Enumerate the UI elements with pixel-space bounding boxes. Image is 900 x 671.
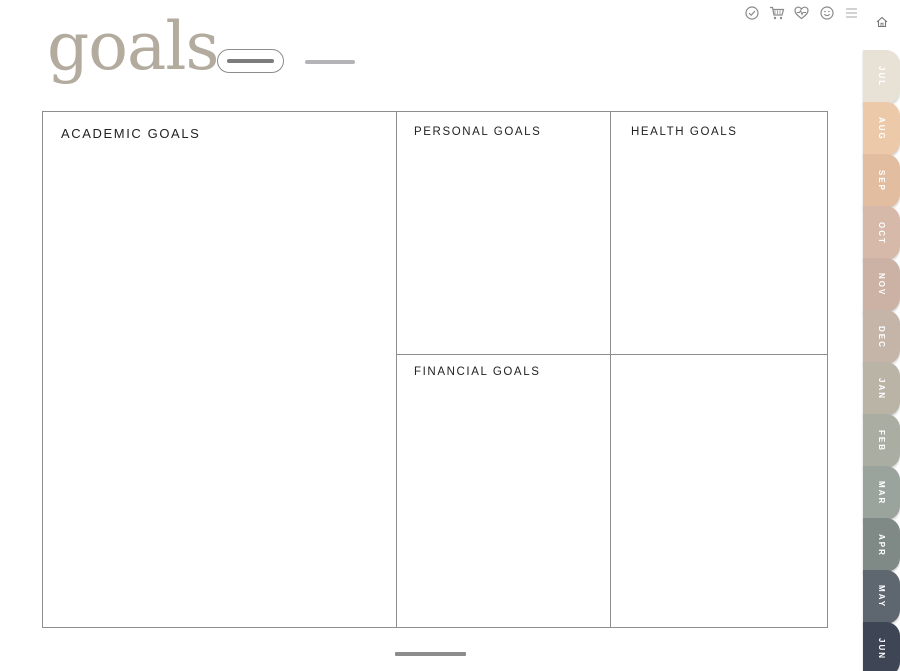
tab-label: AUG (877, 117, 886, 141)
tab-label: DEC (877, 325, 886, 349)
tab-jan[interactable]: JAN (863, 362, 900, 416)
health-goals-label: HEALTH GOALS (631, 126, 738, 138)
tab-oct[interactable]: OCT (863, 206, 900, 260)
tab-sep[interactable]: SEP (863, 154, 900, 208)
grid-divider-vertical-2 (610, 112, 611, 627)
tab-label: FEB (877, 430, 886, 452)
tab-may[interactable]: MAY (863, 570, 900, 624)
tab-nov[interactable]: NOV (863, 258, 900, 312)
tab-feb[interactable]: FEB (863, 414, 900, 468)
menu-icon[interactable] (843, 4, 860, 21)
smiley-icon[interactable] (818, 4, 835, 21)
page-indicator-bar[interactable] (395, 652, 466, 656)
page-title: goals (47, 8, 219, 85)
tab-jul[interactable]: JUL (863, 50, 900, 104)
cart-icon[interactable] (768, 4, 785, 21)
home-icon[interactable] (876, 15, 890, 29)
tab-label: APR (877, 533, 886, 557)
personal-goals-label: PERSONAL GOALS (414, 126, 542, 138)
financial-goals-label: FINANCIAL GOALS (414, 366, 541, 378)
tab-mar[interactable]: MAR (863, 466, 900, 520)
academic-goals-label: ACADEMIC GOALS (61, 126, 201, 141)
check-circle-icon[interactable] (743, 4, 760, 21)
tab-jun[interactable]: JUN (863, 622, 900, 671)
grid-divider-horizontal (396, 354, 827, 355)
planner-page: goals ACADEMIC GOALS PERSONAL GOALS HEAL… (0, 0, 900, 671)
tab-label: JUL (877, 66, 886, 88)
tab-dec[interactable]: DEC (863, 310, 900, 364)
toolbar-icons (743, 4, 860, 21)
grid-divider-vertical-1 (396, 112, 397, 627)
tab-label: NOV (877, 273, 886, 297)
tab-apr[interactable]: APR (863, 518, 900, 572)
pen-tool-button[interactable] (217, 49, 284, 73)
tab-label: OCT (877, 221, 886, 245)
pen-line-icon (227, 59, 274, 63)
tab-label: MAR (877, 480, 886, 506)
tab-label: JAN (877, 377, 886, 400)
goals-grid: ACADEMIC GOALS PERSONAL GOALS HEALTH GOA… (42, 111, 828, 628)
tab-aug[interactable]: AUG (863, 102, 900, 156)
tab-label: SEP (877, 169, 886, 192)
heart-pulse-icon[interactable] (793, 4, 810, 21)
tab-label: JUN (877, 637, 886, 660)
tab-label: MAY (877, 585, 886, 609)
highlighter-tool-button[interactable] (305, 60, 355, 64)
